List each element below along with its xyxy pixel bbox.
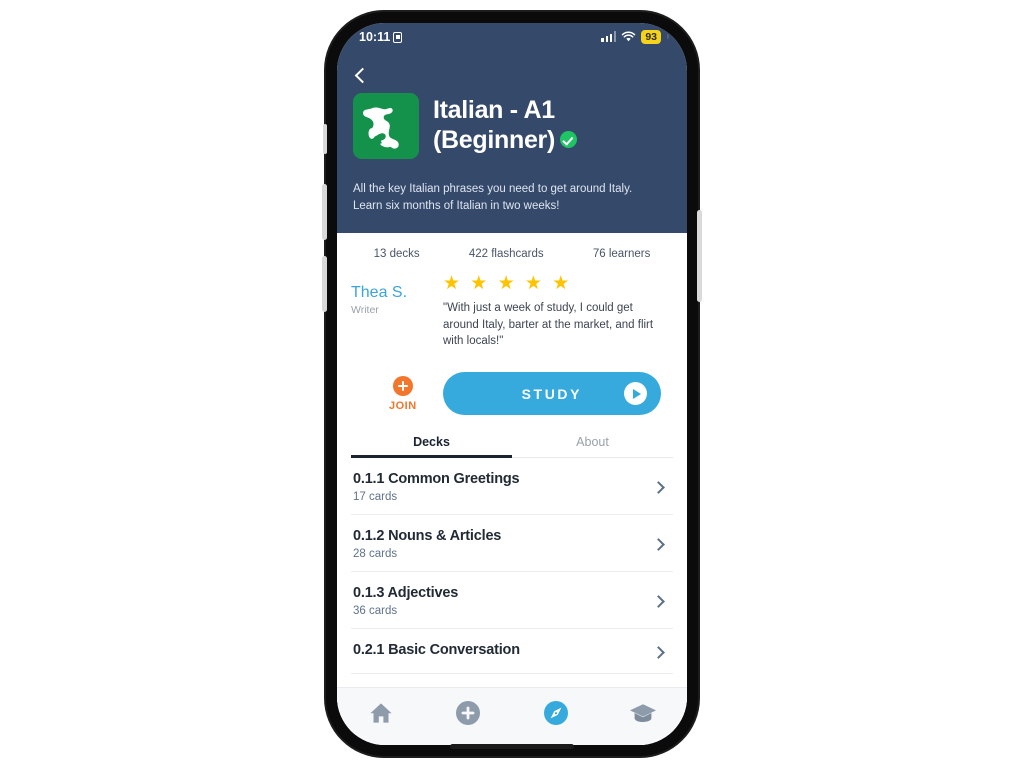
plus-circle-icon	[392, 375, 413, 396]
action-row: JOIN STUDY	[337, 350, 687, 429]
mute-switch-button[interactable]	[323, 124, 327, 154]
study-button-label: STUDY	[521, 385, 583, 402]
home-indicator[interactable]	[450, 744, 574, 749]
nav-add[interactable]	[446, 696, 490, 730]
table-row[interactable]: 0.1.3 Adjectives 36 cards	[351, 572, 673, 630]
course-header: Italian - A1 (Beginner) All the key Ital…	[337, 55, 687, 234]
deck-title: 0.1.2 Nouns & Articles	[353, 528, 502, 545]
status-bar-right: 93	[601, 30, 669, 44]
phone-screen: 10:11 93 Italian - A1 (Beginner) All the…	[337, 23, 687, 745]
deck-info: 0.1.2 Nouns & Articles 28 cards	[353, 528, 654, 560]
screenshot-canvas: 10:11 93 Italian - A1 (Beginner) All the…	[0, 0, 1024, 768]
testimonial-author-role: Writer	[351, 304, 379, 317]
deck-title: 0.2.1 Basic Conversation	[353, 642, 520, 659]
battery-terminal-icon	[667, 34, 669, 40]
tab-about[interactable]: About	[512, 429, 673, 457]
chevron-right-icon	[652, 594, 665, 608]
play-triangle-icon	[633, 388, 641, 399]
course-title-text: Italian - A1 (Beginner)	[433, 96, 556, 154]
tab-about-label: About	[576, 435, 609, 450]
home-icon	[370, 702, 392, 723]
course-stats-row: 13 decks 422 flashcards 76 learners	[337, 233, 687, 272]
battery-status-badge: 93	[641, 30, 661, 44]
compass-icon	[543, 700, 568, 725]
phone-device-frame: 10:11 93 Italian - A1 (Beginner) All the…	[322, 12, 702, 756]
study-button[interactable]: STUDY	[442, 372, 661, 416]
play-circle-icon	[624, 382, 647, 406]
deck-title: 0.1.3 Adjectives	[353, 585, 459, 602]
stat-learners: 76 learners	[592, 248, 651, 261]
nav-home[interactable]	[359, 696, 403, 730]
volume-up-button[interactable]	[322, 184, 327, 240]
tab-decks[interactable]: Decks	[351, 429, 512, 459]
table-row[interactable]: 0.2.1 Basic Conversation	[351, 629, 673, 675]
bottom-navigation	[337, 687, 687, 745]
chevron-right-icon	[652, 645, 665, 659]
join-button-label: JOIN	[389, 399, 417, 412]
testimonial-quote: "With just a week of study, I could get …	[443, 302, 654, 348]
chevron-right-icon	[652, 480, 665, 494]
power-button[interactable]	[697, 210, 702, 302]
lock-portrait-icon	[393, 31, 403, 43]
testimonial: Thea S. Writer ★ ★ ★ ★ ★ "With just a we…	[337, 272, 687, 350]
star-rating-icon: ★ ★ ★ ★ ★	[443, 273, 572, 295]
course-body: 13 decks 422 flashcards 76 learners Thea…	[337, 233, 687, 745]
deck-info: 0.1.1 Common Greetings 17 cards	[353, 471, 654, 503]
volume-down-button[interactable]	[322, 256, 327, 312]
status-bar: 10:11 93	[337, 23, 687, 55]
nav-explore[interactable]	[534, 696, 578, 730]
table-row[interactable]: 0.1.2 Nouns & Articles 28 cards	[351, 515, 673, 573]
content-tabs: Decks About	[351, 429, 673, 459]
deck-list[interactable]: 0.1.1 Common Greetings 17 cards 0.1.2 No…	[337, 458, 687, 687]
nav-learn[interactable]	[621, 696, 665, 730]
testimonial-author-name: Thea S.	[351, 284, 408, 302]
tab-decks-label: Decks	[413, 435, 450, 450]
back-chevron-icon	[354, 67, 371, 83]
deck-card-count: 17 cards	[353, 491, 398, 504]
table-row[interactable]: 0.1.1 Common Greetings 17 cards	[351, 458, 673, 516]
stat-decks: 13 decks	[373, 248, 420, 261]
verified-check-icon	[560, 130, 578, 148]
deck-info: 0.2.1 Basic Conversation	[353, 642, 654, 662]
wifi-icon	[622, 31, 636, 42]
italy-silhouette	[363, 107, 399, 149]
deck-title: 0.1.1 Common Greetings	[353, 471, 520, 488]
stat-flashcards: 422 flashcards	[468, 248, 544, 261]
join-button[interactable]: JOIN	[389, 375, 417, 412]
page-title: Italian - A1 (Beginner)	[433, 93, 671, 155]
course-title-row: Italian - A1 (Beginner)	[353, 93, 671, 159]
course-description: All the key Italian phrases you need to …	[353, 183, 633, 213]
plus-circle-icon	[456, 700, 481, 725]
italy-map-icon	[353, 93, 419, 159]
cellular-signal-icon	[601, 31, 617, 43]
deck-card-count: 36 cards	[353, 605, 398, 618]
testimonial-author: Thea S. Writer	[351, 274, 429, 350]
testimonial-body: ★ ★ ★ ★ ★ "With just a week of study, I …	[443, 274, 669, 350]
back-button[interactable]	[353, 61, 379, 89]
status-bar-time: 10:11	[359, 30, 391, 44]
deck-card-count: 28 cards	[353, 548, 398, 561]
status-bar-left: 10:11	[359, 30, 403, 44]
chevron-right-icon	[652, 537, 665, 551]
deck-info: 0.1.3 Adjectives 36 cards	[353, 585, 654, 617]
graduation-cap-icon	[630, 703, 657, 722]
